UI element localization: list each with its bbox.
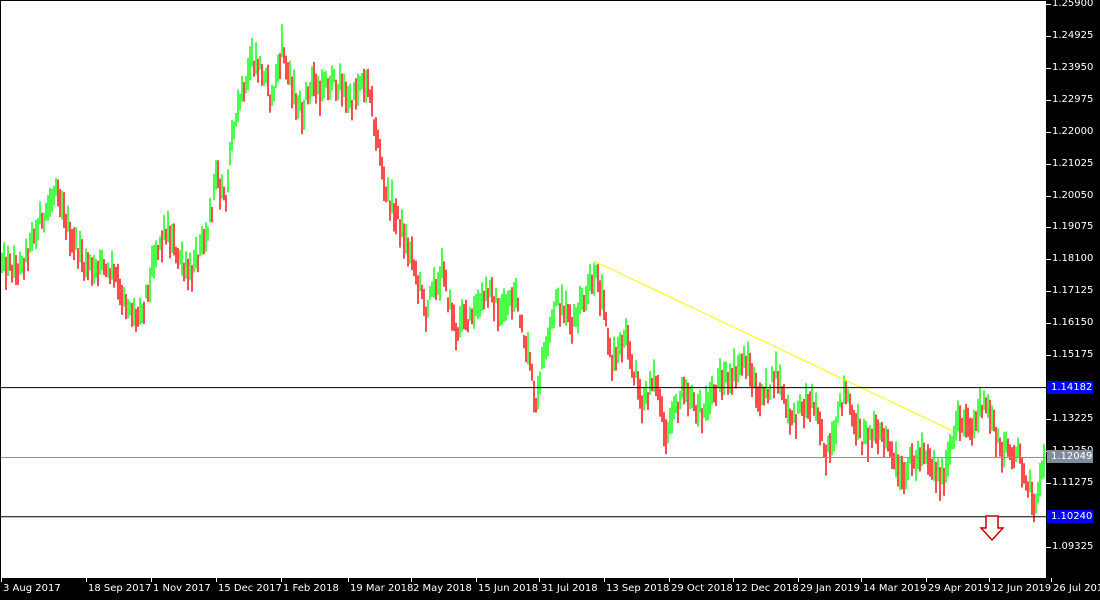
price-tick: [1046, 291, 1051, 292]
date-label: 15 Dec 2017: [218, 583, 282, 594]
time-tick: [733, 578, 734, 582]
price-tick: [1046, 323, 1051, 324]
time-tick: [798, 578, 799, 582]
price-tick: [1046, 4, 1051, 5]
date-label: 13 Sep 2018: [606, 583, 669, 594]
date-label: 3 Aug 2017: [3, 583, 61, 594]
bar-chart: [1, 1, 1046, 578]
price-tick: [1046, 36, 1051, 37]
price-tick: [1046, 68, 1051, 69]
down-arrow-icon: [981, 516, 1003, 540]
date-label: 18 Sep 2017: [88, 583, 151, 594]
price-label: 1.25900: [1052, 0, 1093, 10]
date-label: 29 Apr 2019: [928, 583, 990, 594]
price-chart-area[interactable]: [1, 1, 1046, 578]
time-tick: [861, 578, 862, 582]
price-label: 1.11275: [1052, 477, 1093, 489]
date-label: 19 Mar 2018: [350, 583, 413, 594]
date-label: 12 Dec 2018: [735, 583, 799, 594]
price-tick: [1046, 259, 1051, 260]
price-label: 1.16150: [1052, 317, 1093, 329]
time-tick: [86, 578, 87, 582]
price-label: 1.13225: [1052, 413, 1093, 425]
price-tick: [1046, 227, 1051, 228]
price-tick: [1046, 355, 1051, 356]
price-label: 1.17125: [1052, 285, 1093, 297]
time-tick: [926, 578, 927, 582]
time-tick: [216, 578, 217, 582]
time-tick: [1, 578, 2, 582]
price-label: 1.22000: [1052, 126, 1093, 138]
date-label: 29 Oct 2018: [671, 583, 733, 594]
time-tick: [604, 578, 605, 582]
price-label: 1.24925: [1052, 30, 1093, 42]
time-tick: [989, 578, 990, 582]
time-tick: [669, 578, 670, 582]
price-tick: [1046, 100, 1051, 101]
price-label: 1.22975: [1052, 94, 1093, 106]
time-tick: [348, 578, 349, 582]
price-label: 1.09325: [1052, 541, 1093, 553]
price-label: 1.20050: [1052, 190, 1093, 202]
date-label: 31 Jul 2018: [541, 583, 598, 594]
time-tick: [1051, 578, 1052, 582]
time-tick: [151, 578, 152, 582]
price-label: 1.19075: [1052, 221, 1093, 233]
date-label: 1 Feb 2018: [283, 583, 339, 594]
date-label: 15 Jun 2018: [478, 583, 538, 594]
date-label: 26 Jul 2019: [1053, 583, 1100, 594]
price-tick: [1046, 196, 1051, 197]
level-price-tag: 1.14182: [1047, 381, 1093, 394]
price-label: 1.18100: [1052, 253, 1093, 265]
date-label: 2 May 2018: [413, 583, 472, 594]
date-label: 14 Mar 2019: [863, 583, 926, 594]
price-label: 1.23950: [1052, 62, 1093, 74]
time-tick: [476, 578, 477, 582]
current-price-tag: 1.12049: [1047, 450, 1093, 463]
time-tick: [281, 578, 282, 582]
level-price-tag: 1.10240: [1047, 510, 1093, 523]
date-label: 29 Jan 2019: [800, 583, 860, 594]
time-tick: [539, 578, 540, 582]
price-tick: [1046, 132, 1051, 133]
price-tick: [1046, 164, 1051, 165]
price-label: 1.21025: [1052, 158, 1093, 170]
date-label: 1 Nov 2017: [153, 583, 211, 594]
price-label: 1.15175: [1052, 349, 1093, 361]
price-tick: [1046, 547, 1051, 548]
date-label: 12 Jun 2019: [991, 583, 1051, 594]
time-tick: [411, 578, 412, 582]
price-tick: [1046, 419, 1051, 420]
price-tick: [1046, 483, 1051, 484]
